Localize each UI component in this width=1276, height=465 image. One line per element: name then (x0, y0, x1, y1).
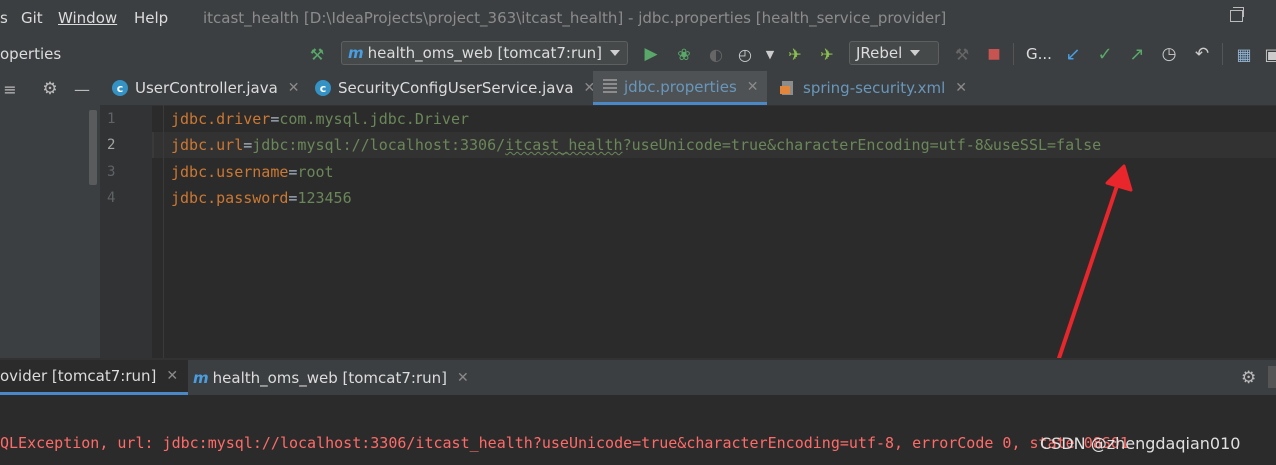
gear-icon[interactable]: ⚙ (1241, 368, 1256, 388)
java-class-icon: c (112, 80, 128, 96)
debug-bug-icon[interactable]: ❀ (674, 44, 694, 64)
jrebel-run-icon[interactable]: ✈ (785, 44, 805, 64)
properties-file-icon (603, 78, 617, 95)
line-number: 1 (107, 111, 116, 127)
run-tab-health-oms-web[interactable]: m health_oms_web [tomcat7:run] ✕ (193, 360, 469, 395)
toolbar-separator (1222, 43, 1223, 65)
restore-window-icon[interactable] (1230, 7, 1244, 22)
rollback-icon[interactable]: ↶ (1192, 44, 1212, 64)
tab-label: jdbc.properties (624, 77, 737, 96)
run-tab-label: ovider [tomcat7:run] (0, 367, 157, 385)
run-icon[interactable]: ▶ (641, 44, 661, 64)
property-value: com.mysql.jdbc.Driver (279, 110, 470, 128)
code-line[interactable]: jdbc.url=jdbc:mysql://localhost:3306/itc… (171, 136, 1101, 154)
property-key: jdbc.url (171, 136, 244, 154)
build-hammer-icon[interactable]: ⚒ (307, 44, 327, 64)
run-config-label: health_oms_web [tomcat7:run] (367, 44, 602, 62)
watermark: CSDN @zhengdaqian010 (1040, 434, 1241, 453)
settings-partial-icon[interactable]: ▣ (1262, 44, 1276, 64)
coverage-icon[interactable]: ◐ (706, 44, 726, 64)
code-line[interactable]: jdbc.username=root (171, 163, 334, 181)
hammer-disabled-icon[interactable]: ⚒ (952, 44, 972, 64)
tab-security-config-user-service[interactable]: c SecurityConfigUserService.java ✕ (315, 71, 595, 105)
tab-label: UserController.java (135, 79, 278, 97)
git-push-arrow-icon[interactable]: ↗ (1127, 44, 1147, 65)
property-value: ?useUnicode=true&characterEncoding=utf-8… (622, 136, 1102, 154)
menu-bar: s Git Window Help itcast_health [D:\Idea… (0, 0, 1276, 37)
line-number: 4 (107, 190, 116, 206)
close-icon[interactable]: ✕ (955, 80, 967, 96)
property-value: jdbc:mysql://localhost:3306/ (252, 136, 506, 154)
console-output (0, 395, 1276, 465)
project-panel (0, 105, 100, 358)
close-icon[interactable]: ✕ (288, 80, 300, 96)
property-value-typo: itcast_health (505, 136, 623, 154)
xml-file-icon (780, 80, 796, 96)
console-error-line: QLException, url: jdbc:mysql://localhost… (0, 434, 1129, 452)
profiler-icon[interactable]: ◴ (735, 44, 755, 64)
toolbar: operties ⚒ m health_oms_web [tomcat7:run… (0, 37, 1276, 72)
menu-item-partial[interactable]: s (0, 9, 8, 27)
history-clock-icon[interactable]: ◷ (1159, 44, 1179, 64)
menu-item-help[interactable]: Help (134, 9, 168, 27)
jrebel-debug-icon[interactable]: ✈ (817, 44, 837, 64)
run-config-select[interactable]: m health_oms_web [tomcat7:run] (341, 41, 628, 65)
jrebel-select[interactable]: JRebel (849, 41, 939, 65)
menu-item-git[interactable]: Git (21, 9, 43, 27)
property-separator: = (243, 136, 253, 154)
window-title: itcast_health [D:\IdeaProjects\project_3… (203, 9, 947, 27)
chevron-down-icon (610, 50, 620, 56)
tab-user-controller[interactable]: c UserController.java ✕ (112, 71, 300, 105)
run-tab-provider[interactable]: ovider [tomcat7:run] ✕ (0, 360, 189, 395)
property-key: jdbc.password (171, 189, 289, 207)
menu-item-window[interactable]: Window (58, 9, 117, 27)
property-value: root (297, 163, 334, 181)
tab-label: spring-security.xml (803, 79, 946, 97)
chevron-down-icon (910, 50, 921, 56)
hide-panel-icon[interactable] (1268, 366, 1276, 388)
tab-jdbc-properties[interactable]: jdbc.properties ✕ (593, 71, 767, 105)
minimize-panel-icon[interactable]: — (72, 79, 92, 99)
code-line[interactable]: jdbc.password=123456 (171, 189, 352, 207)
gutter-divider (163, 105, 164, 358)
close-icon[interactable]: ✕ (747, 79, 759, 95)
gear-icon[interactable]: ⚙ (40, 79, 60, 99)
git-update-arrow-icon[interactable]: ↙ (1063, 44, 1083, 65)
property-key: jdbc.driver (171, 110, 271, 128)
more-run-chevron-icon[interactable]: ▼ (760, 44, 780, 64)
java-class-icon: c (315, 80, 331, 96)
git-commit-check-icon[interactable]: ✓ (1095, 44, 1115, 65)
tab-label: SecurityConfigUserService.java (338, 79, 574, 97)
property-key: jdbc.username (171, 163, 289, 181)
project-structure-icon[interactable]: ▦ (1234, 44, 1254, 64)
tab-spring-security-xml[interactable]: spring-security.xml ✕ (780, 71, 967, 105)
run-tool-window-header: ovider [tomcat7:run] ✕ m health_oms_web … (0, 360, 1276, 395)
line-number: 3 (107, 164, 116, 180)
close-icon[interactable]: ✕ (457, 370, 469, 386)
collapse-icon[interactable]: ≡ (0, 79, 20, 99)
toolbar-separator (1013, 43, 1014, 65)
close-icon[interactable]: ✕ (166, 368, 178, 384)
maven-icon: m (348, 44, 364, 62)
code-line[interactable]: jdbc.driver=com.mysql.jdbc.Driver (171, 110, 469, 128)
scrollbar-thumb[interactable] (89, 110, 97, 185)
property-value: 123456 (297, 189, 352, 207)
line-number: 2 (107, 137, 116, 153)
annotation-arrow (1052, 164, 1133, 375)
git-label[interactable]: G... (1026, 45, 1052, 63)
run-tab-label: health_oms_web [tomcat7:run] (212, 368, 447, 387)
breadcrumb[interactable]: operties (0, 45, 61, 63)
stop-icon[interactable]: ■ (984, 44, 1004, 64)
jrebel-label: JRebel (856, 44, 903, 62)
maven-icon: m (193, 368, 209, 387)
editor-tab-bar: ≡ ⚙ — c UserController.java ✕ c Security… (0, 71, 1276, 106)
